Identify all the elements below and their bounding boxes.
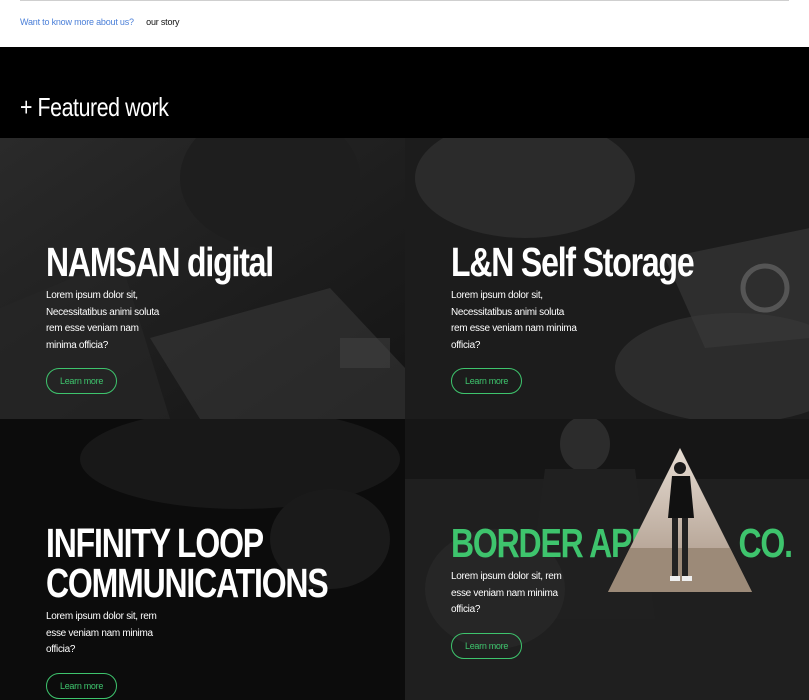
triangle-photo	[608, 448, 752, 592]
project-card-namsan[interactable]: NAMSAN digital Lorem ipsum dolor sit, Ne…	[0, 138, 405, 419]
card-description: Lorem ipsum dolor sit, Necessitatibus an…	[451, 290, 577, 351]
know-more-link[interactable]: Want to know more about us?	[20, 17, 134, 27]
top-bar: Want to know more about us? our story	[0, 0, 809, 47]
learn-more-button[interactable]: Learn more	[451, 368, 523, 394]
learn-more-button[interactable]: Learn more	[46, 672, 118, 699]
card-description: Lorem ipsum dolor sit, Necessitatibus an…	[46, 290, 160, 351]
project-card-ln-storage[interactable]: L&N Self Storage Lorem ipsum dolor sit, …	[405, 138, 809, 419]
divider	[20, 0, 789, 1]
card-title: L&N Self Storage	[451, 239, 695, 285]
our-story-link[interactable]: our story	[146, 17, 179, 27]
card-title: INFINITY LOOP COMMUNICATIONS	[46, 520, 329, 606]
learn-more-button[interactable]: Learn more	[451, 632, 523, 659]
card-description: Lorem ipsum dolor sit, rem esse veniam n…	[46, 611, 157, 655]
project-card-infinity-loop[interactable]: INFINITY LOOP COMMUNICATIONS Lorem ipsum…	[0, 419, 405, 700]
card-title: NAMSAN digital	[46, 239, 274, 285]
about-links: Want to know more about us? our story	[20, 17, 180, 27]
learn-more-button[interactable]: Learn more	[46, 368, 118, 394]
featured-heading: + Featured work	[20, 92, 169, 122]
